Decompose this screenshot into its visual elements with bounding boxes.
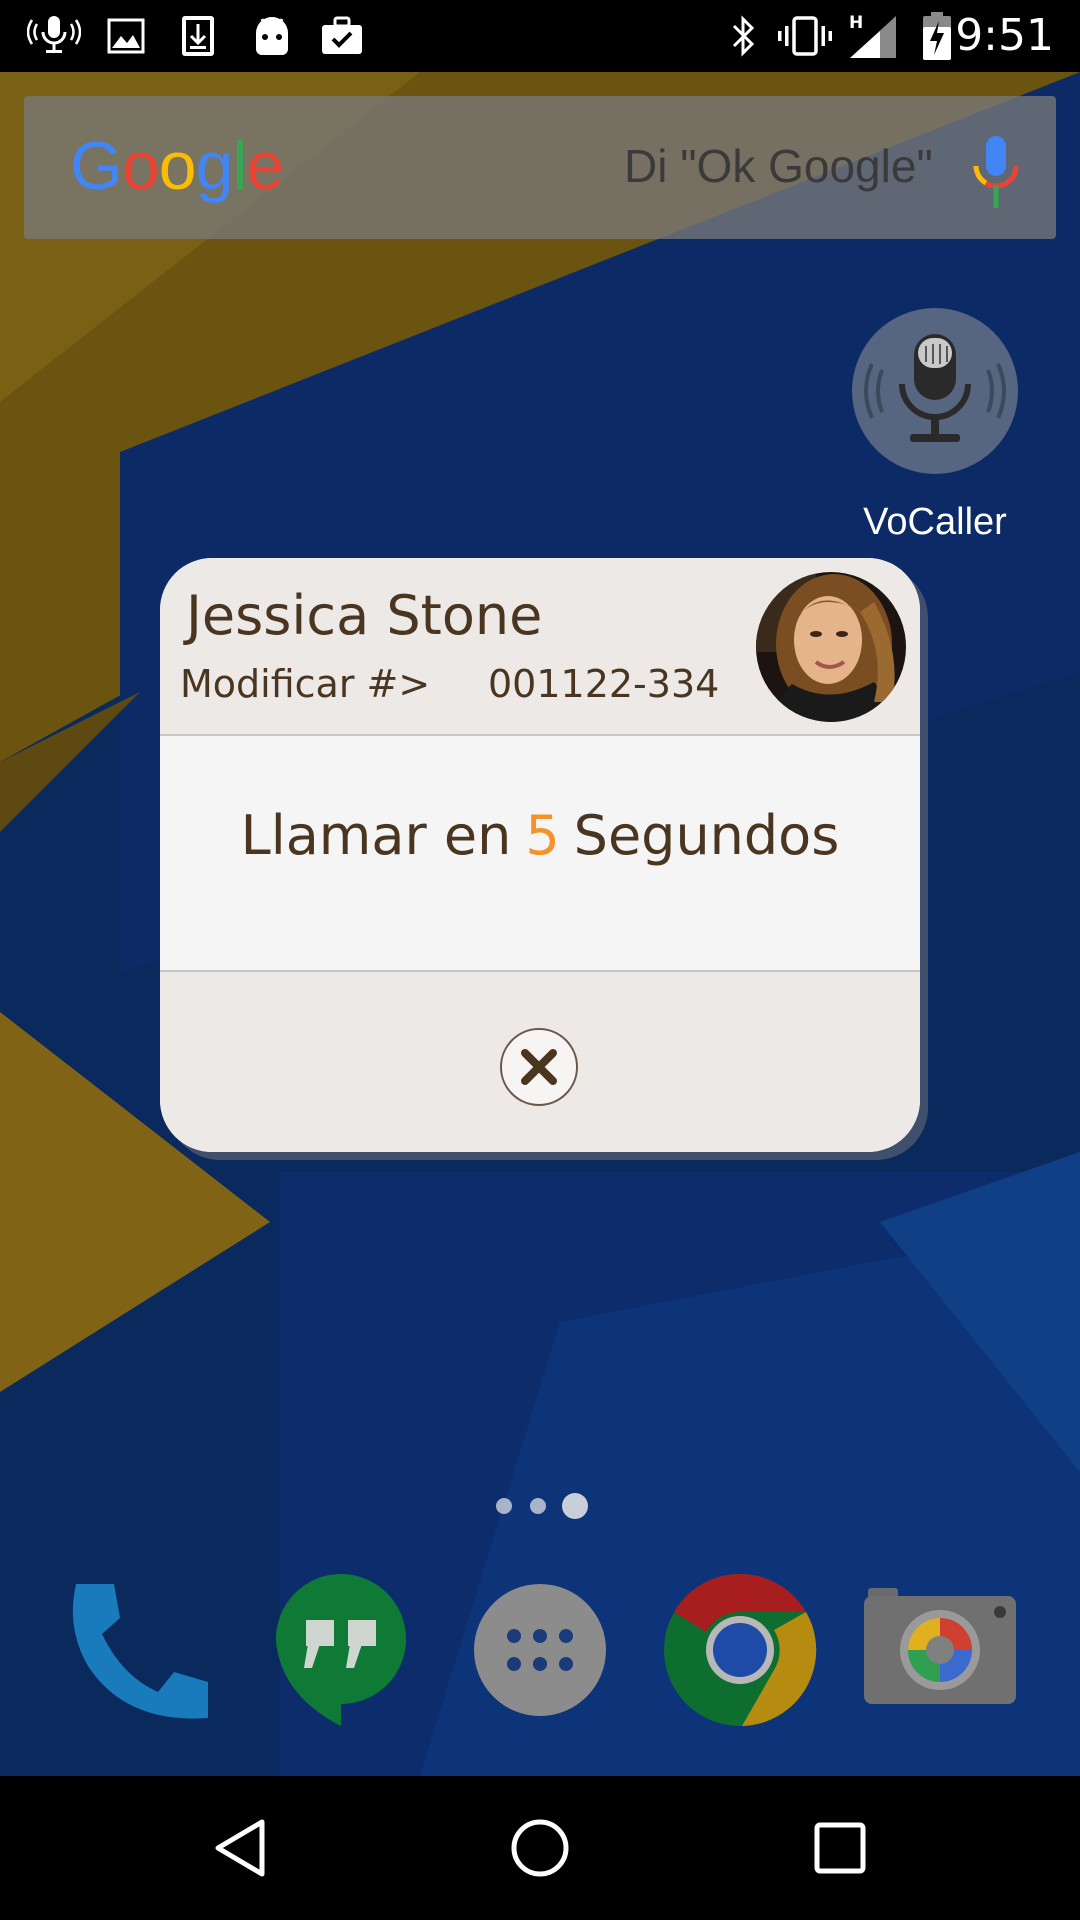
contact-name: Jessica Stone [186,584,543,647]
status-bar: H 9:51 [0,0,1080,72]
countdown-message: Llamar en 5 Segundos [160,798,920,874]
back-icon[interactable] [200,1808,280,1888]
modify-number-link[interactable]: Modificar #> [180,656,430,712]
page-dot [496,1498,512,1514]
microphone-icon[interactable] [970,134,1022,212]
countdown-seconds: 5 [525,804,560,867]
dialog-footer [160,972,920,1152]
phone-icon[interactable] [66,1578,212,1724]
app-drawer-icon[interactable] [474,1584,606,1716]
image-icon [106,0,146,72]
search-hint: Di "Ok Google" [624,140,933,192]
signal-icon: H [846,0,902,72]
recents-icon[interactable] [800,1808,880,1888]
navigation-bar [0,1776,1080,1920]
voice-search-icon [26,0,82,72]
home-icon[interactable] [500,1808,580,1888]
cancel-call-button[interactable] [500,1028,578,1106]
vibrate-icon [776,0,834,72]
dialog-body: Llamar en 5 Segundos [160,736,920,972]
page-dot-active [562,1493,588,1519]
status-time: 9:51 [955,10,1054,61]
hangouts-icon[interactable] [272,1570,410,1730]
briefcase-check-icon [320,0,364,72]
vocaller-app-icon[interactable] [852,308,1018,474]
dialog-header: Jessica Stone Modificar #> 001122-334 [160,558,920,736]
countdown-prefix: Llamar en [240,804,512,867]
google-search-bar[interactable]: Google Di "Ok Google" [24,96,1056,239]
google-logo: Google [70,128,284,204]
home-page-indicator [492,1490,592,1520]
avatar [756,572,906,722]
contact-number[interactable]: 001122-334 [488,656,719,712]
countdown-suffix: Segundos [573,804,840,867]
network-type-label: H [849,13,863,33]
android-icon [250,0,294,72]
bluetooth-icon [728,0,760,72]
chrome-icon[interactable] [662,1572,818,1728]
close-icon [521,1049,557,1085]
battery-charging-icon [920,0,954,72]
download-icon [178,0,218,72]
page-dot [530,1498,546,1514]
camera-icon[interactable] [862,1584,1018,1706]
call-countdown-dialog: Jessica Stone Modificar #> 001122-334 Ll… [160,558,920,1152]
vocaller-app-label[interactable]: VoCaller [830,496,1040,548]
